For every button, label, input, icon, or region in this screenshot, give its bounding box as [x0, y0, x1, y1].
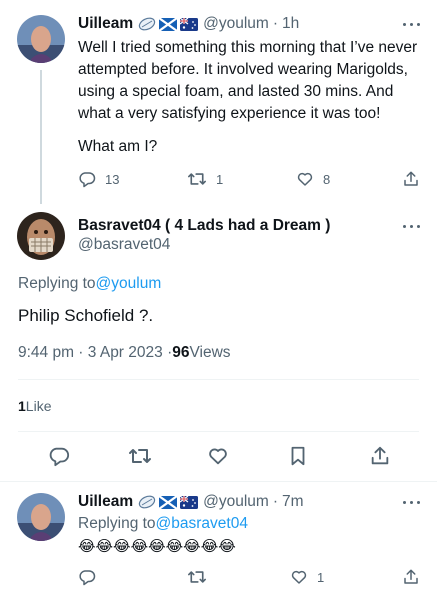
avatar-uilleam[interactable] [17, 15, 65, 63]
reply-header: Uilleam @youlum · 7m [78, 492, 304, 512]
profile-badges [138, 495, 199, 509]
retweet-button[interactable] [128, 445, 152, 467]
likes-summary[interactable]: 1 Like [18, 398, 51, 414]
main-author-handle[interactable]: @basravet04 [78, 236, 170, 254]
replying-prefix: Replying to [78, 515, 156, 532]
author-handle[interactable]: @youlum [203, 493, 269, 511]
main-author-row: Basravet04 ( 4 Lads had a Dream ) [78, 216, 330, 236]
retweet-icon [188, 173, 206, 185]
bookmark-icon [291, 446, 305, 466]
rugby-ball-icon [138, 17, 156, 31]
divider [0, 481, 437, 482]
avatar-basravet04[interactable] [17, 212, 65, 260]
scotland-flag-icon [159, 495, 178, 509]
share-icon [404, 171, 418, 186]
likes-summary-label: Like [25, 398, 52, 414]
main-author-name[interactable]: Basravet04 ( 4 Lads had a Dream ) [78, 217, 330, 235]
reply-icon [79, 172, 96, 188]
scotland-flag-icon [159, 17, 178, 31]
tweet1-header: Uilleam @youlum · 1h [78, 14, 299, 34]
tweet-time[interactable]: 1h [282, 15, 299, 33]
reply-button[interactable]: 13 [78, 170, 119, 188]
author-handle[interactable]: @youlum [203, 15, 269, 33]
avatar-uilleam[interactable] [17, 493, 65, 541]
tweet-time[interactable]: 7m [282, 493, 304, 511]
timestamp[interactable]: 9:44 pm · 3 Apr 2023 · [18, 344, 172, 362]
retweet-count: 1 [216, 171, 224, 187]
retweet-button[interactable]: 1 [187, 170, 223, 188]
like-icon [297, 172, 313, 186]
retweet-icon [129, 449, 151, 463]
tweet1-text-2: What am I? [78, 138, 158, 155]
like-count: 8 [323, 171, 331, 187]
views-count: 96 [172, 344, 190, 361]
share-icon [371, 446, 389, 465]
share-button[interactable] [402, 170, 420, 188]
views-label: Views [189, 344, 231, 361]
like-button[interactable] [207, 445, 229, 467]
thread-line [40, 70, 42, 204]
like-icon [209, 448, 227, 465]
rugby-ball-icon [138, 495, 156, 509]
divider [18, 379, 419, 380]
more-icon[interactable] [402, 14, 422, 34]
australia-flag-icon [180, 17, 199, 31]
replying-to: Replying to @youlum [18, 275, 161, 293]
bookmark-button[interactable] [288, 445, 308, 467]
divider [18, 431, 419, 432]
share-icon [404, 569, 418, 584]
separator-dot: · [272, 15, 279, 32]
australia-flag-icon [180, 495, 199, 509]
share-button[interactable] [369, 445, 391, 467]
author-name[interactable]: Uilleam [78, 15, 133, 33]
like-count: 1 [317, 569, 325, 585]
reply-icon [49, 447, 70, 467]
like-button[interactable]: 8 [296, 170, 330, 188]
reply-count: 13 [105, 171, 120, 187]
likes-summary-count: 1 [18, 398, 26, 414]
reply-icon [79, 570, 96, 586]
tweet1-text: Well I tried something this morning that… [78, 39, 418, 122]
replying-to-link[interactable]: @youlum [96, 275, 162, 293]
reply-button[interactable] [78, 568, 96, 586]
like-button[interactable]: 1 [290, 568, 324, 586]
profile-badges [138, 17, 199, 31]
retweet-icon [188, 571, 206, 583]
separator-dot: · [272, 493, 279, 510]
replying-to-link[interactable]: @basravet04 [156, 515, 248, 533]
tweet-meta: 9:44 pm · 3 Apr 2023 · 96 Views [18, 344, 231, 362]
more-icon[interactable] [402, 492, 422, 512]
reply-replying-to: Replying to @basravet04 [78, 515, 248, 533]
retweet-button[interactable] [187, 568, 207, 586]
author-name[interactable]: Uilleam [78, 493, 133, 511]
reply-button[interactable] [48, 445, 70, 467]
like-icon [291, 570, 307, 584]
reply-emoji-text: 😂😂😂😂😂😂😂😂😂 [78, 538, 236, 555]
main-tweet-text: Philip Schofield ?. [18, 306, 154, 325]
main-action-bar [0, 443, 437, 469]
share-button[interactable] [402, 568, 420, 586]
more-icon[interactable] [402, 216, 422, 236]
replying-prefix: Replying to [18, 275, 96, 292]
